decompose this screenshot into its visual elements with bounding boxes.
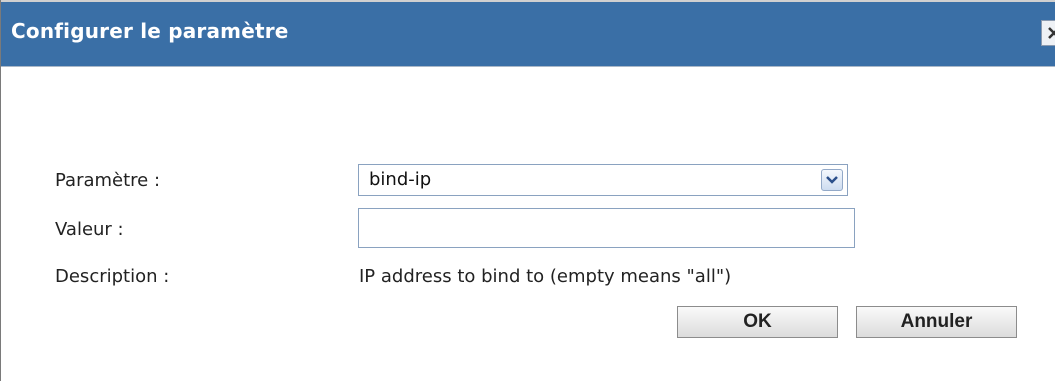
description-label: Description : xyxy=(55,266,170,287)
close-icon xyxy=(1048,27,1055,39)
configure-parameter-dialog: Configurer le paramètre Paramètre : bind… xyxy=(0,0,1055,381)
cancel-button[interactable]: Annuler xyxy=(856,306,1017,338)
chevron-down-icon xyxy=(826,176,838,184)
value-input[interactable] xyxy=(358,208,855,248)
title-divider xyxy=(1,66,1055,67)
dropdown-button[interactable] xyxy=(821,169,843,191)
parameter-select[interactable]: bind-ip xyxy=(358,164,848,196)
description-text: IP address to bind to (empty means "all"… xyxy=(359,266,732,287)
dialog-title: Configurer le paramètre xyxy=(11,19,289,43)
dialog-titlebar: Configurer le paramètre xyxy=(1,0,1055,66)
close-button[interactable] xyxy=(1041,20,1055,46)
parameter-label: Paramètre : xyxy=(55,170,161,191)
parameter-select-value: bind-ip xyxy=(369,169,432,190)
ok-button[interactable]: OK xyxy=(677,306,838,338)
value-label: Valeur : xyxy=(55,219,124,240)
